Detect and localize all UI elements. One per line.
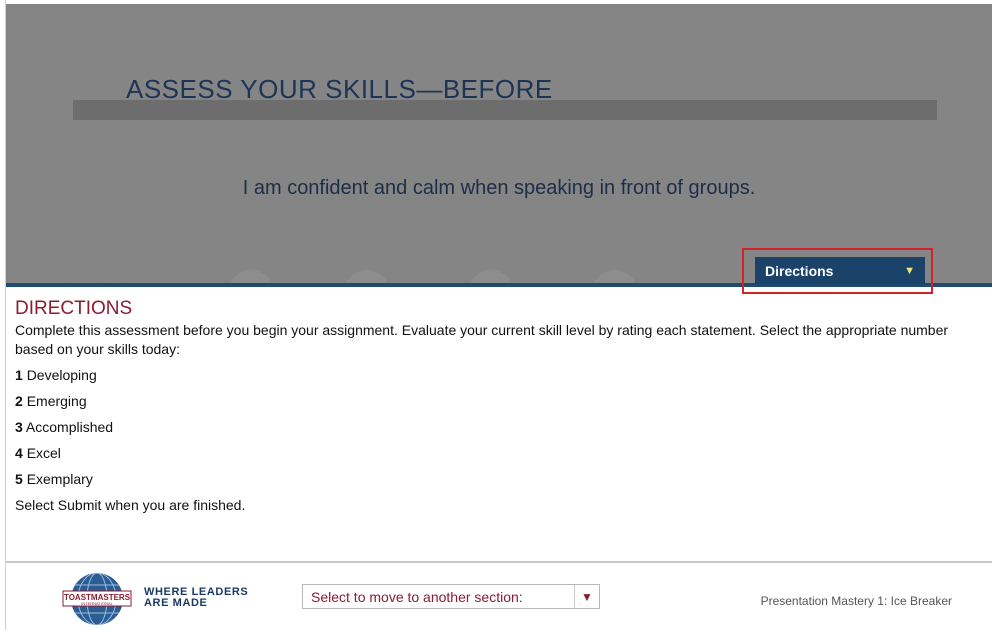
rating-circle-ghost [468, 270, 514, 284]
rating-item: 3 Accomplished [15, 418, 975, 437]
directions-text: Complete this assessment before you begi… [15, 322, 949, 357]
rating-number: 2 [15, 393, 23, 409]
toastmasters-logo: TOASTMASTERS INTERNATIONAL [62, 573, 132, 625]
rating-label: Accomplished [25, 419, 114, 435]
section-navigation-select[interactable]: Select to move to another section: ▼ [302, 584, 600, 609]
section-select-label: Select to move to another section: [311, 588, 523, 605]
rating-number: 3 [15, 419, 23, 435]
directions-heading: DIRECTIONS [15, 298, 133, 319]
footer-divider [6, 561, 992, 563]
title-underline-bar [73, 100, 937, 120]
directions-dropdown-button[interactable]: Directions ▼ [755, 257, 925, 284]
rating-item: 2 Emerging [15, 392, 975, 411]
rating-item: 1 Developing [15, 366, 975, 385]
caret-down-icon[interactable]: ▼ [574, 585, 599, 608]
rating-number: 4 [15, 445, 23, 461]
caret-down-icon: ▼ [904, 264, 915, 277]
rating-circle-ghost [344, 270, 390, 284]
rating-item: 5 Exemplary [15, 470, 975, 489]
directions-panel: DIRECTIONS Complete this assessment befo… [15, 298, 975, 515]
rating-circle-ghost [592, 270, 638, 284]
finish-instruction: Select Submit when you are finished. [15, 497, 246, 513]
rating-label: Exemplary [26, 471, 93, 487]
rating-item: 4 Excel [15, 444, 975, 463]
tagline-line: ARE MADE [144, 597, 208, 609]
directions-label: Directions [765, 262, 834, 279]
rating-label: Excel [26, 445, 61, 461]
rating-label: Developing [26, 367, 97, 383]
rating-label: Emerging [26, 393, 87, 409]
rating-number: 1 [15, 367, 23, 383]
course-title: Presentation Mastery 1: Ice Breaker [760, 594, 952, 608]
rating-circle-ghost [228, 270, 274, 284]
logo-subtext: INTERNATIONAL [81, 601, 113, 606]
tagline: WHERE LEADERS ARE MADE [144, 587, 248, 609]
assessment-statement: I am confident and calm when speaking in… [242, 177, 756, 199]
assessment-overlay: ASSESS YOUR SKILLS—BEFORE I am confident… [6, 4, 992, 284]
rating-number: 5 [15, 471, 23, 487]
